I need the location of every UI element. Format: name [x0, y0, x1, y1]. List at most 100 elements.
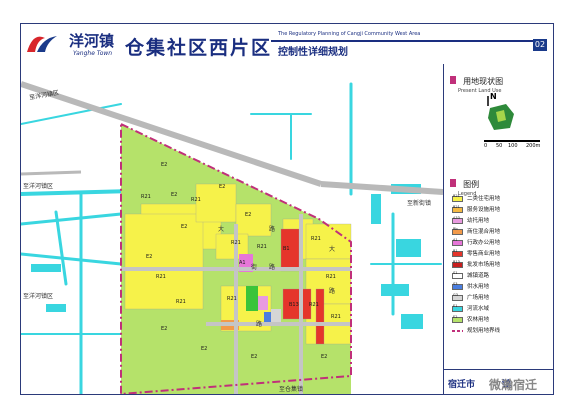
scale-label-0: 0	[484, 143, 488, 149]
legend-item: E1 河流水域	[452, 304, 489, 312]
plot-code: R21	[309, 302, 319, 308]
road-name-5: 路	[256, 321, 263, 328]
legend-code: S3	[453, 282, 458, 286]
town-logo	[23, 30, 67, 56]
plot-code: A1	[239, 260, 246, 266]
legend-item: R21 二类住宅用地	[452, 194, 500, 202]
road-name-1: 大	[218, 226, 225, 233]
watermark: 微瀚宿迁	[489, 378, 538, 392]
plot-code: E2	[161, 162, 168, 168]
legend-label: 农林用地	[467, 317, 490, 323]
plot-code: R21	[326, 274, 336, 280]
page-title: 仓集社区西片区	[125, 37, 273, 59]
legend-swatch	[452, 329, 463, 332]
heading-marker	[450, 178, 456, 187]
logo-chinese-name: 洋河镇	[69, 32, 115, 50]
legend-item: E2 农林用地	[452, 315, 490, 323]
locator-heading: 用地现状图 Present Land Use	[450, 69, 503, 94]
plot-code: R21	[331, 314, 341, 320]
locator-map-graphic	[487, 96, 514, 130]
legend-code: B21	[453, 205, 460, 209]
logo-english-name: Yanghe Town	[73, 50, 113, 57]
legend-label: 规划用地界线	[467, 328, 501, 334]
place-label-4: 至新街镇	[407, 200, 432, 207]
plot-res-2	[124, 213, 204, 310]
title-block: 洋河镇 Yanghe Town 仓集社区西片区 The Regulatory P…	[21, 24, 553, 64]
legend-code: A33	[453, 216, 460, 220]
road-name-6: 大	[329, 246, 336, 253]
legend-item: B13 批发市场用地	[452, 260, 501, 268]
legend-label: 广场用地	[467, 295, 490, 301]
legend-code: B13	[453, 260, 460, 264]
canal-west	[54, 210, 68, 286]
land-use-map: 至洋河镇区 至洋河镇区 至洋河镇区 至新街镇 至仓集镇 大 路 街 路 路 大 …	[21, 64, 443, 394]
road-name-4: 路	[269, 264, 276, 271]
heading-marker	[450, 75, 456, 84]
river-southwest	[21, 212, 123, 226]
north-arrow-icon: N	[490, 92, 497, 101]
pond-5	[401, 314, 423, 329]
plot-code: R21	[156, 274, 166, 280]
plot-code: R21	[141, 194, 151, 200]
plot-market-strip	[315, 288, 325, 345]
river-south-branch	[21, 252, 123, 266]
plot-green-center	[246, 286, 258, 311]
legend-code: G3	[453, 293, 458, 297]
plot-code: E2	[161, 326, 168, 332]
header-rule	[271, 40, 533, 42]
legend-item: A1 行政办公用地	[452, 238, 500, 246]
pond-6	[31, 264, 61, 272]
legend-label: 幼托用地	[467, 218, 490, 224]
legend-item: S1 城镇道路	[452, 271, 490, 279]
road-name-2: 路	[269, 226, 276, 233]
plot-code: R21	[176, 299, 186, 305]
pond-3	[396, 239, 421, 257]
legend-label: 批发市场用地	[467, 262, 501, 268]
legend-code: R21	[453, 194, 460, 198]
road-name-7: 路	[329, 288, 336, 295]
locator-minimap: N	[482, 92, 522, 140]
place-label-5: 至仓集镇	[279, 386, 304, 393]
road-name-3: 街	[251, 264, 258, 271]
chinese-subtitle: 控制性详细规划	[278, 47, 348, 58]
sheet-number: 02	[533, 39, 547, 51]
footer-city: 宿迁市	[448, 380, 476, 390]
scale-label-50: 50	[496, 143, 503, 149]
plot-code: E2	[251, 354, 258, 360]
plot-code: E2	[171, 192, 178, 198]
legend-code: Rb	[453, 227, 458, 231]
plot-code: E2	[201, 346, 208, 352]
legend-label: 服务设施用地	[467, 207, 501, 213]
legend-item: B21 服务设施用地	[452, 205, 501, 213]
plot-res-9	[305, 258, 352, 305]
legend-code: B1	[453, 249, 458, 253]
legend-code: A1	[453, 238, 458, 242]
plot-code: E2	[245, 212, 252, 218]
legend-label: 商住混合用地	[467, 229, 501, 235]
legend-code: E1	[453, 304, 458, 308]
legend-item: B1 零售商业用地	[452, 249, 500, 257]
pond-2	[371, 194, 381, 224]
legend-item: Rb 商住混合用地	[452, 227, 501, 235]
place-label-2: 至洋河镇区	[23, 183, 54, 190]
english-subtitle: The Regulatory Planning of Cangji Commun…	[278, 31, 421, 37]
legend-label: 城镇道路	[467, 273, 490, 279]
place-label-3: 至洋河镇区	[23, 293, 54, 300]
plot-res-4	[235, 203, 272, 237]
road-east	[320, 181, 443, 195]
scale-line	[484, 140, 540, 142]
plot-code: E2	[219, 184, 226, 190]
plot-code: E2	[181, 224, 188, 230]
legend-code: S1	[453, 271, 458, 275]
plot-code: R21	[257, 244, 267, 250]
legend-item: G3 广场用地	[452, 293, 490, 301]
plot-code: E2	[321, 354, 328, 360]
drawing-frame: 洋河镇 Yanghe Town 仓集社区西片区 The Regulatory P…	[20, 23, 554, 395]
plot-code: B1	[283, 246, 290, 252]
legend-label: 供水用地	[467, 284, 490, 290]
legend-item: A33 幼托用地	[452, 216, 490, 224]
pond-7	[46, 304, 66, 312]
plot-code: R21	[191, 197, 201, 203]
legend-code: E2	[453, 315, 458, 319]
scale-label-100: 100	[508, 143, 518, 149]
